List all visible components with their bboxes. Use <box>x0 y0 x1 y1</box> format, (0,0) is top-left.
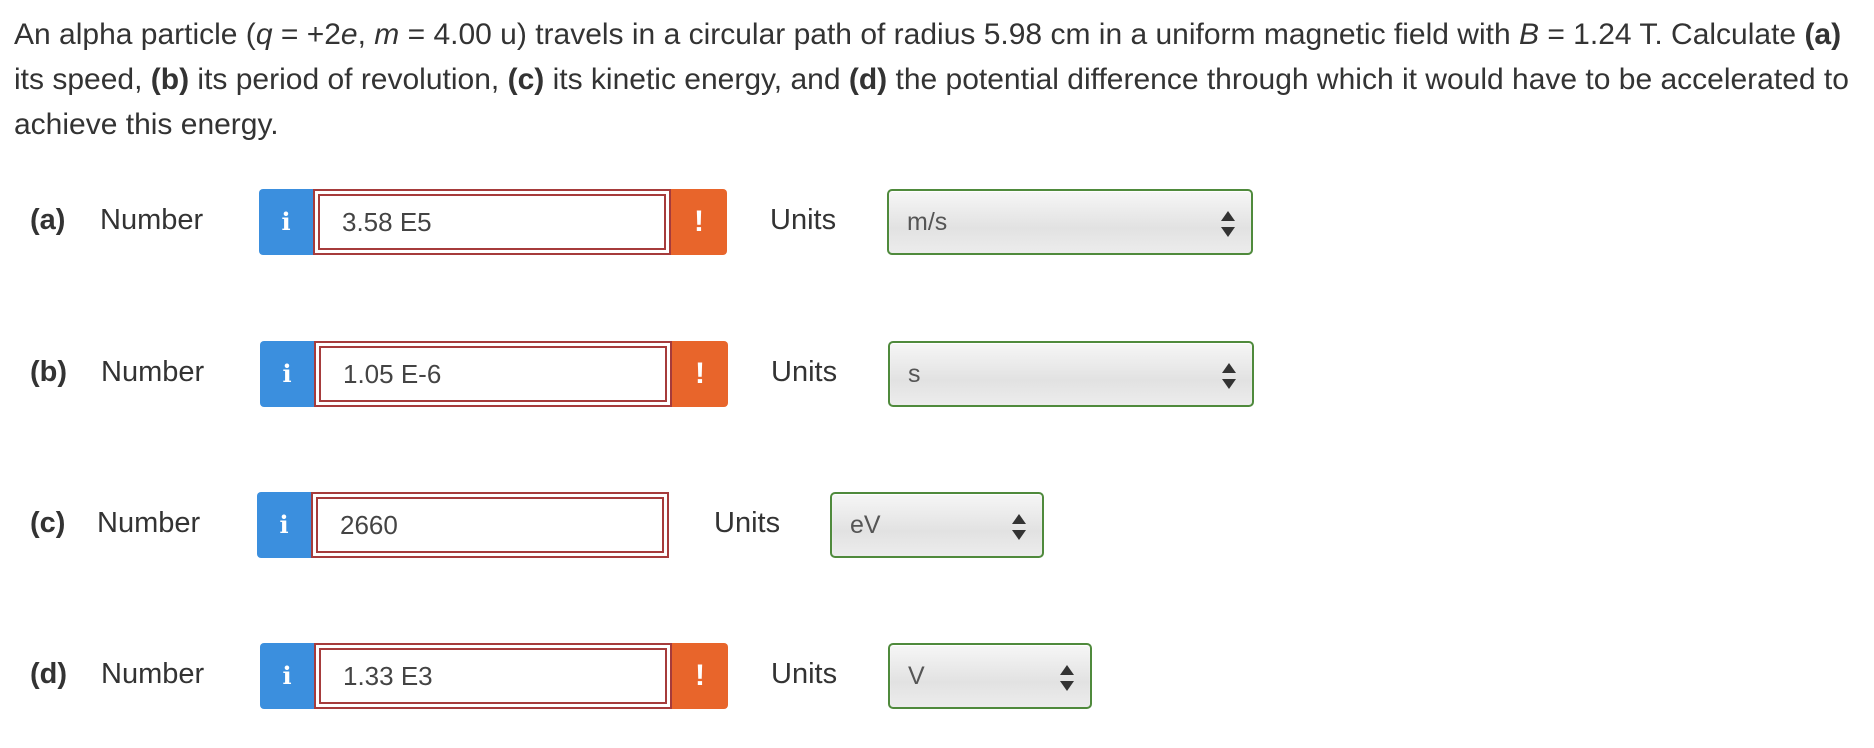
units-label: Units <box>771 356 838 388</box>
select-arrows-icon <box>1060 665 1074 691</box>
units-value: V <box>908 662 925 690</box>
info-icon[interactable]: i <box>259 189 313 255</box>
select-arrows-icon <box>1012 514 1026 540</box>
part-label: (a) <box>30 204 66 236</box>
select-arrows-icon <box>1222 363 1236 389</box>
units-label: Units <box>770 204 837 236</box>
select-arrows-icon <box>1221 211 1235 237</box>
answer-input[interactable] <box>318 194 666 250</box>
part-label: (b) <box>30 356 68 388</box>
part-d-row: (d) Number i ! Units V <box>0 643 1100 709</box>
info-icon[interactable]: i <box>257 492 311 558</box>
units-select[interactable]: s <box>888 341 1254 407</box>
answer-box <box>311 492 669 558</box>
number-label: Number <box>97 507 201 539</box>
units-select[interactable]: m/s <box>887 189 1253 255</box>
number-label: Number <box>101 658 205 690</box>
question-text: An alpha particle (q = +2e, m = 4.00 u) … <box>14 18 1849 141</box>
answer-input[interactable] <box>316 497 664 553</box>
warning-icon[interactable]: ! <box>672 643 728 709</box>
answer-input[interactable] <box>319 648 667 704</box>
answer-box <box>313 189 671 255</box>
units-select[interactable]: V <box>888 643 1092 709</box>
units-value: s <box>908 360 921 388</box>
part-label: (d) <box>30 658 68 690</box>
warning-icon[interactable]: ! <box>671 189 727 255</box>
part-b-row: (b) Number i ! Units s <box>0 341 1260 407</box>
number-label: Number <box>101 356 205 388</box>
units-label: Units <box>714 507 781 539</box>
number-label: Number <box>100 204 204 236</box>
warning-icon[interactable]: ! <box>672 341 728 407</box>
part-c-row: (c) Number i Units eV <box>0 492 1060 558</box>
part-a-row: (a) Number i ! Units m/s <box>0 189 1260 255</box>
units-label: Units <box>771 658 838 690</box>
answer-input[interactable] <box>319 346 667 402</box>
info-icon[interactable]: i <box>260 341 314 407</box>
answer-box <box>314 643 672 709</box>
info-icon[interactable]: i <box>260 643 314 709</box>
units-value: eV <box>850 511 881 539</box>
answer-box <box>314 341 672 407</box>
part-label: (c) <box>30 507 66 539</box>
units-select[interactable]: eV <box>830 492 1044 558</box>
units-value: m/s <box>907 208 948 236</box>
